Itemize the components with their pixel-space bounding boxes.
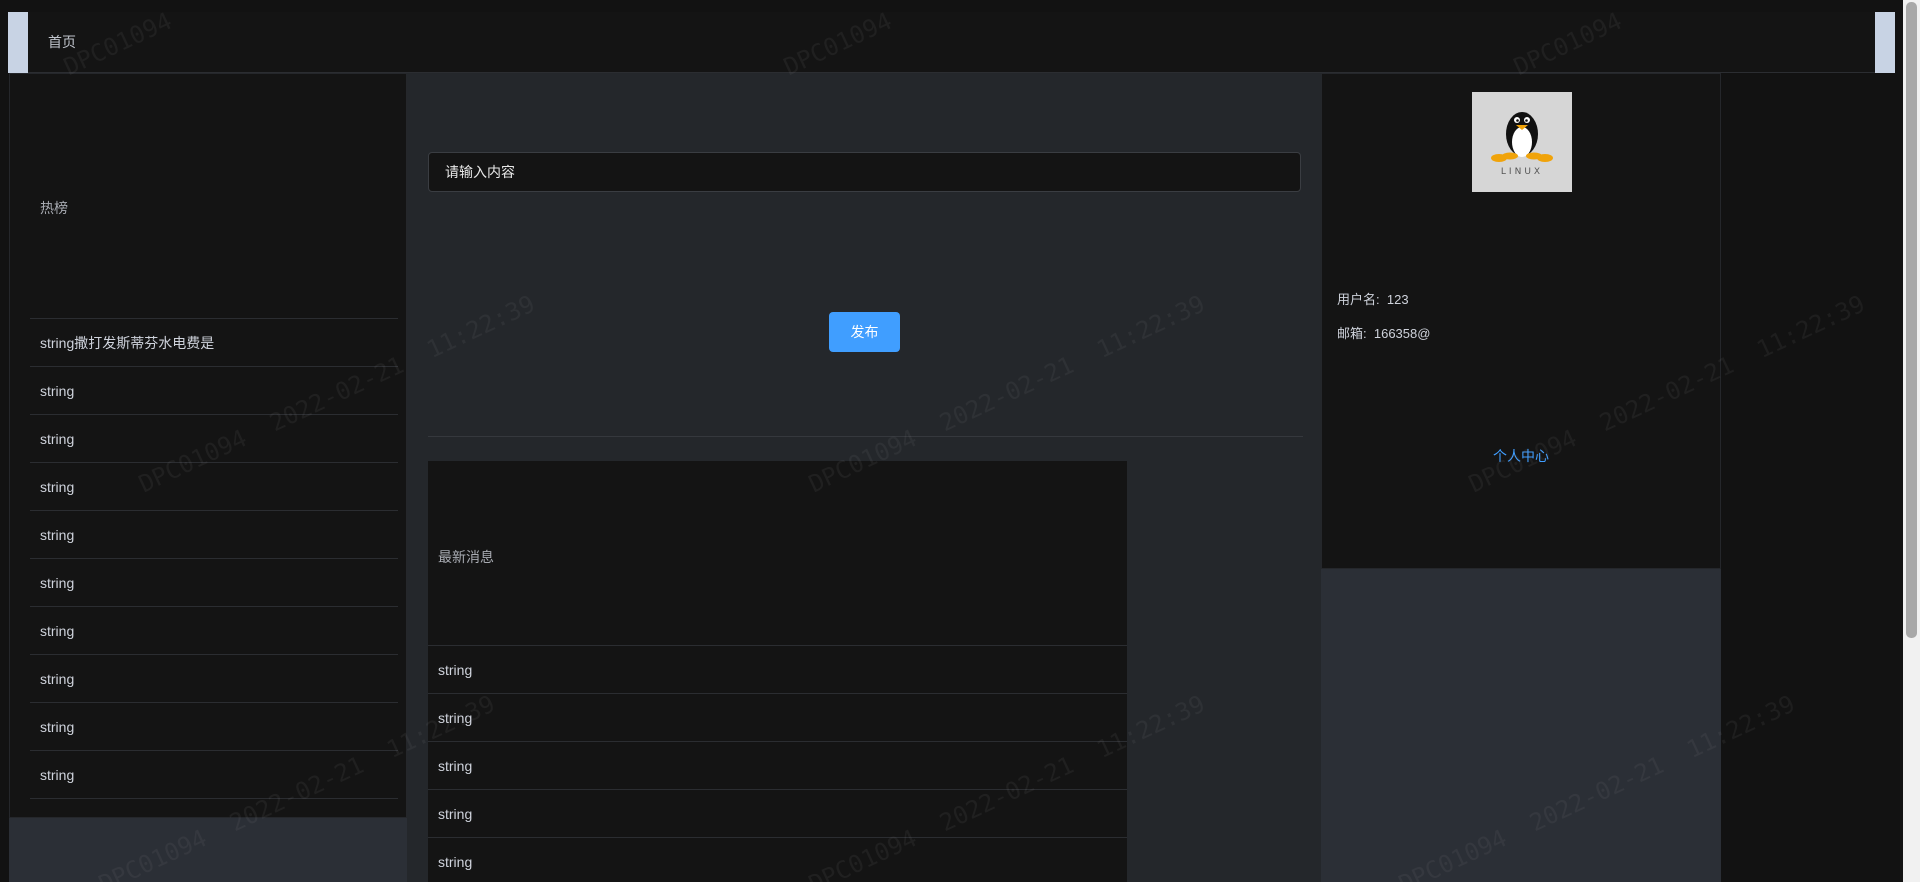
right-footer-area <box>1321 569 1721 882</box>
hot-list-item[interactable]: string <box>30 751 398 799</box>
hot-list-item[interactable]: string <box>30 703 398 751</box>
linux-penguin-icon: LINUX <box>1472 92 1572 192</box>
hot-list-item[interactable]: string <box>30 607 398 655</box>
hot-list-item[interactable]: string <box>30 367 398 415</box>
news-list-item[interactable]: string <box>428 742 1127 790</box>
hot-panel: 热榜 string撒打发斯蒂芬水电费是 string string string… <box>9 73 407 818</box>
username-row: 用户名: 123 <box>1337 289 1409 308</box>
personal-center-link[interactable]: 个人中心 <box>1322 446 1720 466</box>
scrollbar-thumb[interactable] <box>1906 2 1917 638</box>
profile-panel: LINUX 用户名: 123 邮箱: 166358@ 个人中心 <box>1321 73 1721 569</box>
post-input[interactable] <box>428 152 1301 192</box>
news-list-item[interactable]: string <box>428 646 1127 694</box>
hot-list-item[interactable]: string <box>30 415 398 463</box>
publish-button[interactable]: 发布 <box>829 312 900 352</box>
hot-list-item[interactable]: string <box>30 463 398 511</box>
left-footer-area <box>9 818 407 882</box>
news-panel: 最新消息 string string string string string <box>428 461 1127 882</box>
email-row: 邮箱: 166358@ <box>1337 323 1430 342</box>
avatar: LINUX <box>1472 92 1572 192</box>
header-left-edge <box>8 12 28 73</box>
news-title: 最新消息 <box>438 549 494 565</box>
username-label: 用户名: <box>1337 292 1380 307</box>
email-label: 邮箱: <box>1337 326 1367 341</box>
news-list: string string string string string <box>428 645 1127 882</box>
header-right-edge <box>1875 12 1895 73</box>
news-list-item[interactable]: string <box>428 790 1127 838</box>
watermark-time: 11:22:39 <box>1752 289 1870 364</box>
divider <box>428 436 1303 437</box>
header: 首页 <box>8 12 1895 73</box>
page: 首页 热榜 string撒打发斯蒂芬水电费是 string string str… <box>0 0 1920 882</box>
username-value: 123 <box>1386 292 1409 307</box>
nav-home-link[interactable]: 首页 <box>48 32 76 52</box>
news-list-item[interactable]: string <box>428 694 1127 742</box>
hot-list: string撒打发斯蒂芬水电费是 string string string st… <box>30 318 398 799</box>
hot-list-item[interactable]: string <box>30 511 398 559</box>
email-value: 166358@ <box>1373 326 1431 341</box>
news-list-item[interactable]: string <box>428 838 1127 882</box>
hot-list-item[interactable]: string撒打发斯蒂芬水电费是 <box>30 319 398 367</box>
avatar-text: LINUX <box>1501 167 1543 177</box>
main-content: 发布 最新消息 string string string string stri… <box>407 73 1321 882</box>
hot-title: 热榜 <box>40 200 68 216</box>
hot-list-item[interactable]: string <box>30 559 398 607</box>
hot-list-item[interactable]: string <box>30 655 398 703</box>
